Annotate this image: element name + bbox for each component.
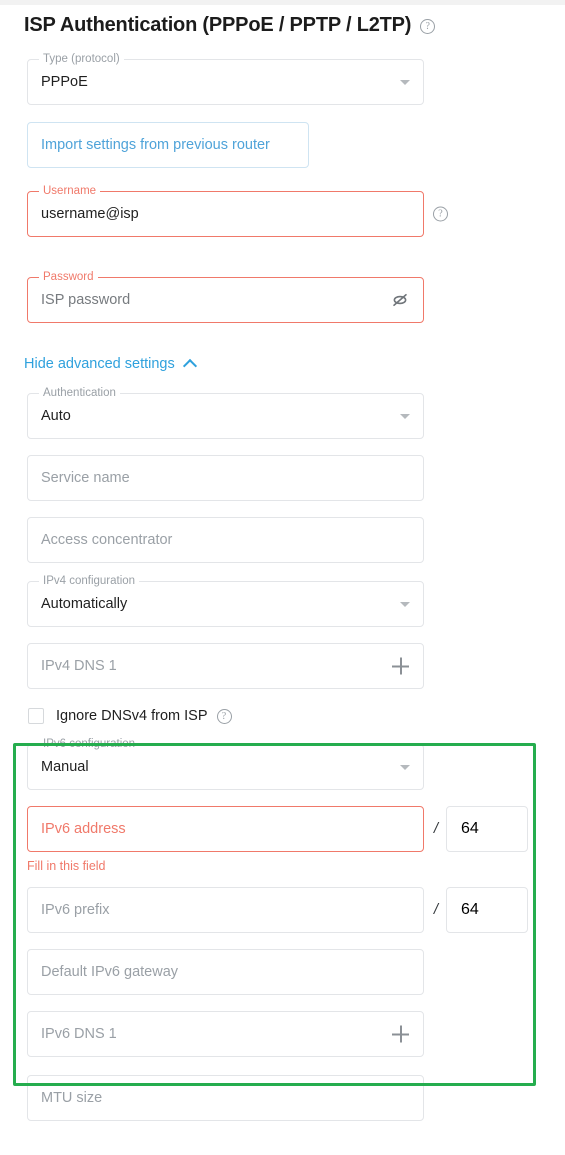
eye-off-icon[interactable] bbox=[391, 291, 409, 309]
ipv6-address-prefix-length-field[interactable]: 64 bbox=[446, 806, 528, 852]
service-name-field[interactable]: Service name bbox=[27, 455, 424, 501]
type-protocol-value: PPPoE bbox=[41, 74, 88, 90]
ipv6-configuration-select[interactable]: IPv6 configuration Manual bbox=[27, 738, 424, 790]
ipv4-configuration-value: Automatically bbox=[41, 596, 128, 612]
type-protocol-select[interactable]: Type (protocol) PPPoE bbox=[27, 53, 424, 105]
chevron-down-icon bbox=[400, 80, 410, 85]
username-help-icon[interactable]: ? bbox=[433, 206, 448, 222]
authentication-value: Auto bbox=[41, 408, 71, 424]
hide-advanced-settings-toggle[interactable]: Hide advanced settings bbox=[24, 356, 195, 372]
ipv6-prefix-length-field[interactable]: 64 bbox=[446, 887, 528, 933]
ignore-dnsv4-help-icon[interactable]: ? bbox=[216, 708, 232, 724]
ipv4-configuration-select[interactable]: IPv4 configuration Automatically bbox=[27, 575, 424, 627]
ipv4-dns1-placeholder: IPv4 DNS 1 bbox=[41, 658, 117, 674]
import-settings-button[interactable]: Import settings from previous router bbox=[27, 122, 309, 168]
ipv6-address-slash: / bbox=[433, 820, 439, 837]
plus-icon[interactable] bbox=[392, 657, 409, 675]
password-legend: Password bbox=[39, 271, 98, 284]
ipv6-prefix-row: IPv6 prefix / 64 bbox=[0, 887, 565, 933]
ignore-dnsv4-checkbox[interactable] bbox=[28, 708, 44, 724]
ipv6-gateway-field[interactable]: Default IPv6 gateway bbox=[27, 949, 424, 995]
isp-authentication-panel: ISP Authentication (PPPoE / PPTP / L2TP)… bbox=[0, 5, 565, 1121]
ipv6-address-error: Fill in this field bbox=[27, 859, 106, 873]
mtu-size-field[interactable]: MTU size bbox=[27, 1075, 424, 1121]
authentication-legend: Authentication bbox=[39, 387, 120, 400]
ipv6-address-field[interactable]: IPv6 address bbox=[27, 806, 424, 852]
ipv6-prefix-placeholder: IPv6 prefix bbox=[41, 902, 110, 918]
ipv4-configuration-legend: IPv4 configuration bbox=[39, 575, 140, 588]
ipv6-gateway-placeholder: Default IPv6 gateway bbox=[41, 964, 179, 980]
ipv6-address-prefix-length-value: 64 bbox=[461, 820, 479, 837]
hide-advanced-settings-label: Hide advanced settings bbox=[24, 356, 175, 372]
ipv6-dns1-field[interactable]: IPv6 DNS 1 bbox=[27, 1011, 424, 1057]
ignore-dnsv4-row[interactable]: Ignore DNSv4 from ISP ? bbox=[28, 706, 565, 726]
username-field[interactable]: Username username@isp ? bbox=[27, 185, 448, 237]
ipv6-prefix-field[interactable]: IPv6 prefix bbox=[27, 887, 424, 933]
username-legend: Username bbox=[39, 185, 101, 198]
ignore-dnsv4-label: Ignore DNSv4 from ISP bbox=[56, 708, 208, 724]
service-name-placeholder: Service name bbox=[41, 470, 130, 486]
ipv4-dns1-field[interactable]: IPv4 DNS 1 bbox=[27, 643, 424, 689]
ipv6-dns1-placeholder: IPv6 DNS 1 bbox=[41, 1026, 117, 1042]
password-placeholder: ISP password bbox=[41, 292, 131, 308]
page-title: ISP Authentication (PPPoE / PPTP / L2TP) bbox=[24, 14, 412, 36]
chevron-up-icon bbox=[184, 358, 195, 369]
username-value: username@isp bbox=[41, 206, 139, 222]
access-concentrator-placeholder: Access concentrator bbox=[41, 532, 173, 548]
ipv6-address-placeholder: IPv6 address bbox=[41, 821, 126, 837]
ipv6-configuration-legend: IPv6 configuration bbox=[39, 738, 140, 751]
help-circle-icon[interactable]: ? bbox=[420, 19, 436, 34]
page-header: ISP Authentication (PPPoE / PPTP / L2TP)… bbox=[0, 5, 565, 37]
mtu-size-placeholder: MTU size bbox=[41, 1090, 103, 1106]
chevron-down-icon bbox=[400, 765, 410, 770]
chevron-down-icon bbox=[400, 602, 410, 607]
authentication-select[interactable]: Authentication Auto bbox=[27, 387, 424, 439]
plus-icon[interactable] bbox=[392, 1025, 409, 1043]
access-concentrator-field[interactable]: Access concentrator bbox=[27, 517, 424, 563]
password-field[interactable]: Password ISP password bbox=[27, 271, 424, 323]
ipv6-address-row: IPv6 address / 64 bbox=[0, 806, 565, 852]
chevron-down-icon bbox=[400, 414, 410, 419]
ipv6-prefix-slash: / bbox=[433, 901, 439, 918]
ipv6-prefix-length-value: 64 bbox=[461, 901, 479, 918]
type-protocol-legend: Type (protocol) bbox=[39, 53, 124, 66]
ipv6-configuration-value: Manual bbox=[41, 759, 89, 775]
